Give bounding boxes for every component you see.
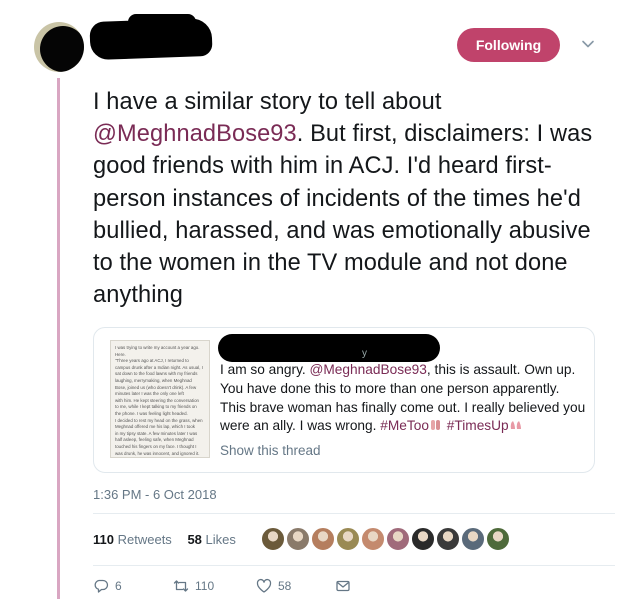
author-avatar[interactable] [34, 22, 84, 72]
liker-avatar[interactable] [461, 527, 485, 551]
liker-avatar[interactable] [361, 527, 385, 551]
hashtag-timesup[interactable]: #TimesUp [447, 418, 509, 433]
quoted-image-text-line: minutes later I was the only one left [115, 391, 184, 397]
hashtag-metoo[interactable]: #MeToo [380, 418, 429, 433]
quoted-image-text-line: was drunk, he was innocent, and ignored … [115, 450, 200, 456]
liker-avatar[interactable] [261, 527, 285, 551]
quoted-image-text-line: half asleep, feeling safe, when Meghnad [115, 437, 194, 443]
quoted-author-redaction [218, 334, 440, 362]
quoted-image-text-line: the phone. I was feeling light headed. [115, 410, 188, 416]
liker-avatar[interactable] [386, 527, 410, 551]
likes-count[interactable]: 58 [187, 532, 201, 547]
retweets-label[interactable]: Retweets [118, 532, 172, 547]
liker-avatar[interactable] [311, 527, 335, 551]
retweet-count: 110 [195, 579, 215, 593]
quoted-image-text-line: "Three years ago at ACJ, I returned to [115, 358, 189, 364]
ballet-shoes-emoji-icon [510, 421, 521, 430]
quoted-image-text-line: touched his fingers on my face. I though… [115, 443, 197, 449]
quoted-tweet-image[interactable]: I was trying to write my account a year … [110, 340, 210, 458]
thread-connector-line [57, 78, 60, 599]
quoted-mention-link[interactable]: @MeghnadBose93 [310, 362, 427, 377]
quoted-image-text-line: But he did it again. He touched my lips,… [115, 457, 205, 458]
envelope-icon [336, 580, 350, 592]
following-button[interactable]: Following [457, 28, 560, 62]
quoted-tweet-text: I am so angry. @MeghnadBose93, this is a… [220, 361, 586, 436]
retweet-icon [173, 580, 189, 592]
divider [93, 513, 615, 514]
chevron-down-icon[interactable] [580, 36, 596, 52]
show-this-thread-link[interactable]: Show this thread [220, 443, 321, 458]
retweet-button[interactable]: 110 [173, 578, 214, 594]
reply-count: 6 [115, 579, 122, 593]
tweet-stats: 110 Retweets 58 Likes [93, 532, 236, 547]
liker-avatar[interactable] [486, 527, 510, 551]
tweet-timestamp[interactable]: 1:36 PM - 6 Oct 2018 [93, 487, 217, 502]
like-count: 58 [278, 579, 292, 593]
quoted-image-text-line: with him. He kept steering the conversat… [115, 397, 199, 403]
raised-hand-emoji-icon [430, 420, 440, 431]
divider [93, 565, 615, 566]
quoted-text-part: I am so angry. [220, 362, 310, 377]
quoted-image-text-line: sat down to the food lawns with my frien… [115, 371, 198, 377]
quoted-image-text-line: campus drunk after a Indian night. As us… [115, 364, 203, 370]
likes-label[interactable]: Likes [206, 532, 236, 547]
direct-message-button[interactable] [335, 578, 351, 594]
quoted-image-text-line: Bose, joined us (who doesn't drink). A f… [115, 384, 197, 390]
author-name-redaction-top [128, 14, 196, 30]
liker-avatar[interactable] [336, 527, 360, 551]
quoted-image-text-line: I was trying to write my account a year … [115, 345, 200, 350]
heart-icon [256, 578, 272, 593]
retweets-count[interactable]: 110 [93, 532, 114, 547]
quoted-image-text-line: in my tipsy state. A few minutes later I… [115, 430, 198, 436]
quoted-tweet-card[interactable]: I was trying to write my account a year … [93, 327, 595, 473]
quoted-image-text-line: Here. [115, 351, 126, 357]
quoted-image-text-line: I decided to rest my head on the grass, … [115, 417, 203, 423]
tweet-text-part: . But first, disclaimers: I was good fri… [93, 121, 593, 309]
tweet-text-part: I have a similar story to tell about [93, 89, 442, 115]
quoted-image-text-line: Meghnad offered me his lap, which I took [115, 424, 195, 430]
liker-avatar[interactable] [411, 527, 435, 551]
liker-avatar[interactable] [436, 527, 460, 551]
reply-button[interactable]: 6 [93, 578, 122, 594]
reply-icon [94, 579, 109, 593]
like-button[interactable]: 58 [256, 578, 291, 594]
quoted-image-text-line: to me, while I kept talking to my friend… [115, 404, 197, 410]
mention-link[interactable]: @MeghnadBose93 [93, 121, 297, 147]
quoted-handle-fragment: y [362, 348, 367, 359]
tweet-text: I have a similar story to tell about @Me… [93, 86, 613, 311]
quoted-image-text-line: laughing, merrymaking, when Meghnad [115, 377, 192, 383]
liker-avatar[interactable] [286, 527, 310, 551]
